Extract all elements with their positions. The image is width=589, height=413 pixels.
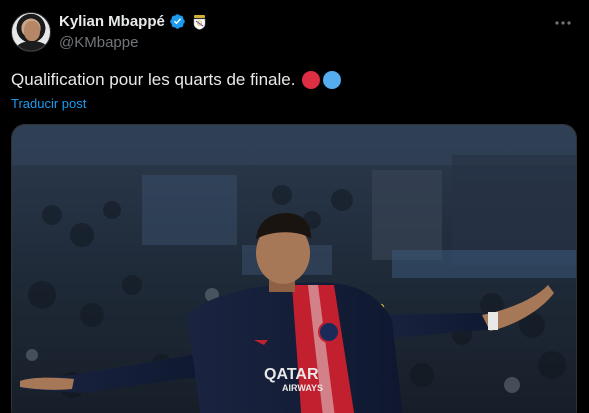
author-display-name[interactable]: Kylian Mbappé (59, 13, 165, 30)
player-celebration-image: QATAR AIRWAYS (12, 125, 576, 413)
blue-circle-emoji (323, 71, 342, 89)
more-options-icon[interactable] (553, 13, 573, 33)
tweet-text: Qualification pour les quarts de finale. (11, 70, 296, 89)
author-name-row: Kylian Mbappé (59, 13, 207, 30)
tweet-body: Qualification pour les quarts de finale. (11, 69, 342, 91)
tweet-media-photo[interactable]: QATAR AIRWAYS (11, 124, 577, 413)
real-madrid-crest-icon (193, 14, 206, 30)
svg-text:AIRWAYS: AIRWAYS (282, 383, 323, 393)
author-handle[interactable]: @KMbappe (59, 34, 138, 51)
red-circle-emoji (302, 71, 321, 89)
verified-badge-icon[interactable] (169, 13, 186, 30)
tweet-header: Kylian Mbappé @KMbappe (11, 10, 581, 54)
svg-text:QATAR: QATAR (264, 366, 319, 383)
translate-post-link[interactable]: Traducir post (11, 96, 86, 111)
avatar[interactable] (11, 12, 51, 52)
